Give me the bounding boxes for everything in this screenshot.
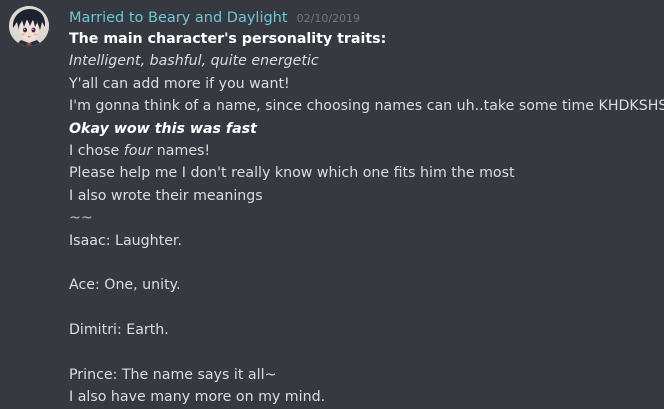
message-content: Married to Beary and Daylight 02/10/2019… [69, 6, 664, 409]
message-line: Isaac: Laughter. [69, 232, 182, 249]
timestamp: 02/10/2019 [296, 12, 361, 25]
message-line: I'm gonna think of a name, since choosin… [69, 98, 664, 115]
emphasized-text: four [123, 143, 153, 160]
message-line: Y'all can add more if you want! [69, 75, 290, 92]
message-text: names! [152, 143, 211, 160]
message-line: The main character's personality traits: [69, 31, 387, 47]
message-line: ~~ [69, 210, 93, 227]
message-line: Okay wow this was fast [69, 120, 257, 137]
message-header: Married to Beary and Daylight 02/10/2019 [69, 6, 660, 28]
message-text: I chose [69, 143, 124, 160]
message-line: Please help me I don't really know which… [69, 165, 515, 182]
message-line: Prince: The name says it all~ [69, 367, 277, 384]
message-line: Ace: One, unity. [69, 277, 181, 294]
message-line: Intelligent, bashful, quite energetic [69, 53, 319, 70]
chat-message: Married to Beary and Daylight 02/10/2019… [0, 0, 664, 407]
message-line: I also have many more on my mind. [69, 389, 326, 406]
username[interactable]: Married to Beary and Daylight [69, 10, 288, 26]
message-line: I chose four names! [69, 140, 660, 162]
avatar[interactable] [9, 6, 49, 46]
anime-character-avatar-icon [9, 6, 49, 46]
message-line: Dimitri: Earth. [69, 322, 169, 339]
message-line: I also wrote their meanings [69, 187, 263, 204]
